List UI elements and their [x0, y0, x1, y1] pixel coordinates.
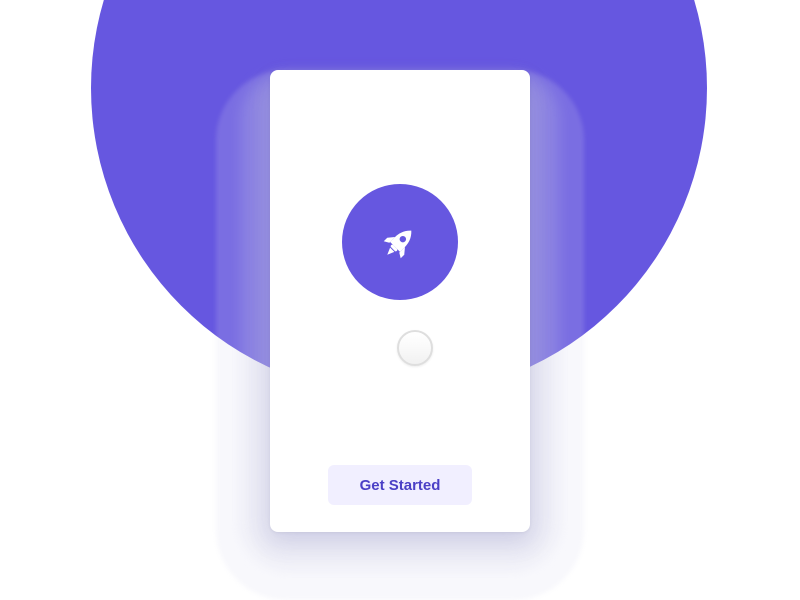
onboarding-card: Get Started: [270, 70, 530, 532]
onboarding-screen: Get Started: [0, 0, 800, 600]
radio-indicator[interactable]: [397, 330, 433, 366]
get-started-button[interactable]: Get Started: [328, 465, 472, 505]
rocket-icon: [383, 230, 412, 259]
rocket-badge: [342, 184, 458, 300]
